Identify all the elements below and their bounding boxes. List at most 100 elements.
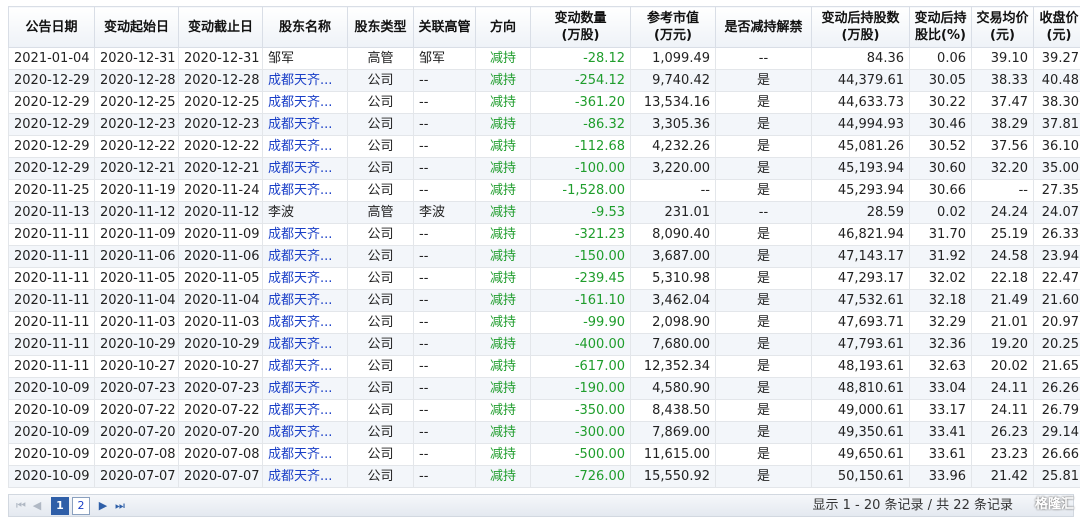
column-header[interactable]: 关联高管	[413, 6, 476, 48]
related-exec-cell: --	[413, 421, 476, 444]
column-header[interactable]: 变动截止日	[178, 6, 263, 48]
column-header[interactable]: 变动起始日	[94, 6, 179, 48]
related-exec-cell: --	[413, 399, 476, 422]
unlock-flag-cell: 是	[715, 333, 812, 356]
unlock-flag-cell: 是	[715, 355, 812, 378]
column-header[interactable]: 变动后持股数 (万股)	[811, 6, 910, 48]
holder-type-cell: 公司	[347, 355, 414, 378]
last-page-icon[interactable]: ⏭	[113, 498, 127, 514]
pagination-info: 显示 1 - 20 条记录 / 共 22 条记录	[812, 498, 1014, 513]
next-page-icon[interactable]: ▶	[97, 498, 109, 514]
unlock-flag-cell: 是	[715, 267, 812, 290]
avg-price-cell: 24.24	[971, 201, 1034, 224]
column-header[interactable]: 方向	[475, 6, 531, 48]
unlock-flag-cell: 是	[715, 377, 812, 400]
holder-name-link[interactable]: 成都天齐...	[268, 293, 332, 308]
change-start-cell: 2020-12-31	[94, 47, 179, 70]
holder-name-link[interactable]: 成都天齐...	[268, 161, 332, 176]
direction-cell: 减持	[475, 245, 531, 268]
prev-page-icon[interactable]: ◀	[31, 498, 43, 514]
table-row: 2020-11-11 2020-11-04 2020-11-04 成都天齐... 公司 -…	[8, 289, 1080, 312]
holder-name-link[interactable]: 成都天齐...	[268, 337, 332, 352]
table-row: 2021-01-04 2020-12-31 2020-12-31 邹军 高管 邹军 减持 -2…	[8, 47, 1080, 70]
change-start-cell: 2020-10-29	[94, 333, 179, 356]
related-exec-cell: --	[413, 465, 476, 488]
direction-cell: 减持	[475, 465, 531, 488]
table-row: 2020-11-13 2020-11-12 2020-11-12 李波 高管 李波 减持 -9…	[8, 201, 1080, 224]
table-row: 2020-11-11 2020-11-03 2020-11-03 成都天齐... 公司 -…	[8, 311, 1080, 334]
page-button-1[interactable]: 1	[51, 497, 69, 515]
announce-date-cell: 2020-12-29	[8, 113, 95, 136]
table-row: 2020-11-11 2020-11-09 2020-11-09 成都天齐... 公司 -…	[8, 223, 1080, 246]
avg-price-cell: 24.11	[971, 399, 1034, 422]
column-header[interactable]: 公告日期	[8, 6, 95, 48]
column-header[interactable]: 股东类型	[347, 6, 414, 48]
holder-name-cell: 成都天齐...	[262, 377, 348, 400]
announce-date-cell: 2020-12-29	[8, 157, 95, 180]
holder-type-cell: 公司	[347, 91, 414, 114]
post-ratio-cell: 31.92	[909, 245, 972, 268]
announce-date-cell: 2020-10-09	[8, 399, 95, 422]
holder-name-link[interactable]: 成都天齐...	[268, 469, 332, 484]
change-end-cell: 2020-07-07	[178, 465, 263, 488]
unlock-flag-cell: 是	[715, 69, 812, 92]
holder-name-link[interactable]: 成都天齐...	[268, 359, 332, 374]
first-page-icon[interactable]: ⏮	[15, 498, 27, 514]
change-amount-cell: -400.00	[530, 333, 631, 356]
holder-name-link[interactable]: 成都天齐...	[268, 227, 332, 242]
column-header[interactable]: 变动数量 (万股)	[530, 6, 631, 48]
market-value-cell: 8,438.50	[630, 399, 716, 422]
watermark-logo: 格隆汇	[1034, 497, 1074, 512]
column-header[interactable]: 参考市值 (万元)	[630, 6, 716, 48]
announce-date-cell: 2020-11-11	[8, 245, 95, 268]
table-row: 2020-12-29 2020-12-25 2020-12-25 成都天齐... 公司 -…	[8, 91, 1080, 114]
holder-name-link[interactable]: 成都天齐...	[268, 315, 332, 330]
close-price-cell: 24.07	[1033, 201, 1080, 224]
post-ratio-cell: 0.02	[909, 201, 972, 224]
holder-name-link[interactable]: 成都天齐...	[268, 447, 332, 462]
market-value-cell: 7,869.00	[630, 421, 716, 444]
holder-name-link[interactable]: 成都天齐...	[268, 117, 332, 132]
direction-cell: 减持	[475, 201, 531, 224]
holder-name-link[interactable]: 成都天齐...	[268, 381, 332, 396]
change-start-cell: 2020-11-09	[94, 223, 179, 246]
column-header[interactable]: 变动后持 股比(%)	[909, 6, 972, 48]
post-ratio-cell: 30.05	[909, 69, 972, 92]
holder-name-link[interactable]: 成都天齐...	[268, 403, 332, 418]
avg-price-cell: 19.20	[971, 333, 1034, 356]
holder-name-link[interactable]: 成都天齐...	[268, 249, 332, 264]
avg-price-cell: 24.58	[971, 245, 1034, 268]
close-price-cell: 26.66	[1033, 443, 1080, 466]
holder-name-link[interactable]: 成都天齐...	[268, 139, 332, 154]
post-ratio-cell: 30.60	[909, 157, 972, 180]
holder-name-link[interactable]: 成都天齐...	[268, 183, 332, 198]
related-exec-cell: 李波	[413, 201, 476, 224]
post-ratio-cell: 32.36	[909, 333, 972, 356]
page-button-2[interactable]: 2	[72, 497, 90, 515]
table-row: 2020-11-11 2020-11-06 2020-11-06 成都天齐... 公司 -…	[8, 245, 1080, 268]
post-ratio-cell: 33.61	[909, 443, 972, 466]
change-amount-cell: -321.23	[530, 223, 631, 246]
direction-cell: 减持	[475, 311, 531, 334]
holder-name-link[interactable]: 成都天齐...	[268, 95, 332, 110]
column-header[interactable]: 是否减持解禁	[715, 6, 812, 48]
holder-name-link[interactable]: 成都天齐...	[268, 73, 332, 88]
change-start-cell: 2020-12-28	[94, 69, 179, 92]
post-holding-cell: 48,810.61	[811, 377, 910, 400]
table-row: 2020-11-25 2020-11-19 2020-11-24 成都天齐... 公司 -…	[8, 179, 1080, 202]
column-header[interactable]: 股东名称	[262, 6, 348, 48]
market-value-cell: 15,550.92	[630, 465, 716, 488]
unlock-flag-cell: --	[715, 201, 812, 224]
shareholder-change-panel: 公告日期 变动起始日 变动截止日 股东名称 股东类型 关联高管 方向 变动数量 (万股) 参考市值…	[0, 0, 1080, 519]
post-holding-cell: 47,293.17	[811, 267, 910, 290]
change-amount-cell: -726.00	[530, 465, 631, 488]
avg-price-cell: 38.33	[971, 69, 1034, 92]
market-value-cell: 3,220.00	[630, 157, 716, 180]
announce-date-cell: 2020-11-11	[8, 267, 95, 290]
holder-name-link[interactable]: 成都天齐...	[268, 425, 332, 440]
holder-name-link[interactable]: 成都天齐...	[268, 271, 332, 286]
post-holding-cell: 49,650.61	[811, 443, 910, 466]
column-header[interactable]: 交易均价 (元)	[971, 6, 1034, 48]
column-header[interactable]: 收盘价 (元)	[1033, 6, 1080, 48]
holder-type-cell: 高管	[347, 201, 414, 224]
